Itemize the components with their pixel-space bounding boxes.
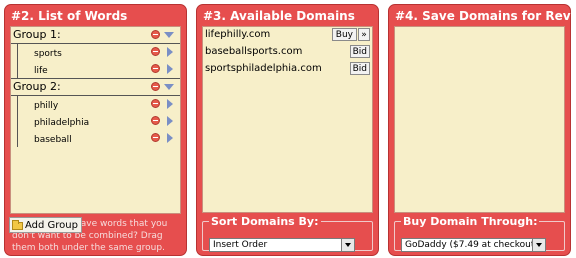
group-label: Group 2: [13, 80, 61, 93]
move-icon[interactable] [167, 99, 173, 109]
domain-row: lifephilly.com Buy » [203, 27, 372, 44]
remove-icon[interactable] [151, 116, 160, 125]
remove-icon[interactable] [151, 133, 160, 142]
bid-button[interactable]: Bid [349, 62, 370, 75]
sort-domains-fieldset: Sort Domains By: Insert Order [202, 215, 373, 252]
folder-icon [12, 220, 23, 230]
bid-button[interactable]: Bid [349, 45, 370, 58]
move-icon[interactable] [167, 133, 173, 143]
registrar-select[interactable]: GoDaddy ($7.49 at checkout) [401, 238, 546, 252]
word-label: sports [34, 49, 62, 59]
panel-title: #4. Save Domains for Review [395, 9, 576, 23]
sort-domains-select[interactable]: Insert Order [209, 238, 355, 252]
word-item[interactable]: sports [17, 44, 180, 61]
list-of-words-panel: #2. List of Words Group 1: sports life G… [4, 4, 187, 256]
group-label: Group 1: [13, 28, 61, 41]
remove-icon[interactable] [151, 30, 160, 39]
buy-through-legend: Buy Domain Through: [403, 215, 538, 228]
saved-domains-list[interactable] [394, 26, 565, 213]
domain-row: sportsphiladelphia.com Bid [203, 61, 372, 78]
word-item[interactable]: philadelphia [17, 113, 180, 130]
buy-button[interactable]: Buy [331, 28, 357, 41]
move-icon[interactable] [167, 116, 173, 126]
word-list: Group 1: sports life Group 2: philly phi… [10, 26, 181, 214]
available-domains-panel: #3. Available Domains lifephilly.com Buy… [196, 4, 379, 256]
domain-name: lifephilly.com [205, 29, 271, 40]
remove-icon[interactable] [151, 64, 160, 73]
sort-selected-value: Insert Order [213, 240, 268, 250]
more-options-button[interactable]: » [358, 28, 370, 41]
word-label: philly [34, 101, 59, 111]
remove-icon[interactable] [151, 99, 160, 108]
add-group-button[interactable]: Add Group [9, 217, 82, 233]
save-domains-panel: #4. Save Domains for Review Buy Domain T… [388, 4, 576, 256]
add-group-label: Add Group [25, 220, 78, 231]
buy-through-fieldset: Buy Domain Through: GoDaddy ($7.49 at ch… [394, 215, 565, 252]
collapse-icon[interactable] [164, 84, 174, 90]
panel-title: #2. List of Words [11, 9, 128, 23]
group-row[interactable]: Group 2: [11, 78, 180, 96]
remove-icon[interactable] [151, 47, 160, 56]
registrar-selected-value: GoDaddy ($7.49 at checkout) [405, 240, 538, 250]
domain-name: baseballsports.com [205, 46, 303, 57]
domain-list: lifephilly.com Buy » baseballsports.com … [202, 26, 373, 213]
word-label: baseball [34, 135, 72, 145]
domain-name: sportsphiladelphia.com [205, 63, 322, 74]
group-row[interactable]: Group 1: [11, 27, 180, 44]
panel-title: #3. Available Domains [203, 9, 355, 23]
chevron-down-icon[interactable] [532, 239, 545, 251]
word-label: life [34, 66, 48, 76]
move-icon[interactable] [167, 47, 173, 57]
sort-domains-legend: Sort Domains By: [211, 215, 319, 228]
move-icon[interactable] [167, 64, 173, 74]
word-item[interactable]: life [17, 61, 180, 78]
word-label: philadelphia [34, 118, 90, 128]
remove-icon[interactable] [151, 82, 160, 91]
domain-row: baseballsports.com Bid [203, 44, 372, 61]
collapse-icon[interactable] [164, 32, 174, 38]
word-item[interactable]: baseball [17, 130, 180, 147]
chevron-down-icon[interactable] [341, 239, 354, 251]
word-item[interactable]: philly [17, 96, 180, 113]
